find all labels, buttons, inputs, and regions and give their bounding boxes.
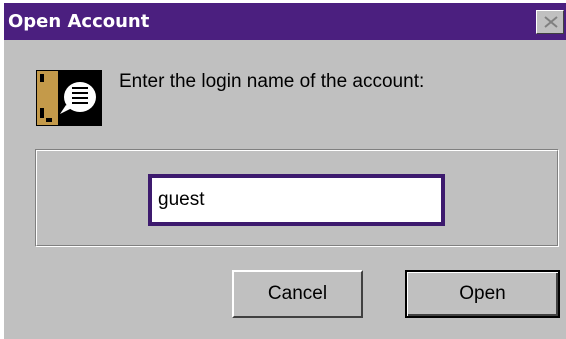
title-bar[interactable]: Open Account bbox=[4, 3, 566, 40]
dialog-title: Open Account bbox=[8, 11, 150, 32]
cancel-button[interactable]: Cancel bbox=[232, 270, 363, 318]
message-speaker-icon bbox=[36, 70, 102, 126]
login-prompt: Enter the login name of the account: bbox=[119, 71, 425, 92]
login-name-input[interactable] bbox=[148, 174, 445, 226]
close-button[interactable] bbox=[536, 10, 564, 34]
open-button[interactable]: Open bbox=[405, 270, 560, 318]
close-icon bbox=[544, 16, 558, 28]
open-account-dialog: Open Account Enter the login name of the… bbox=[4, 3, 566, 339]
